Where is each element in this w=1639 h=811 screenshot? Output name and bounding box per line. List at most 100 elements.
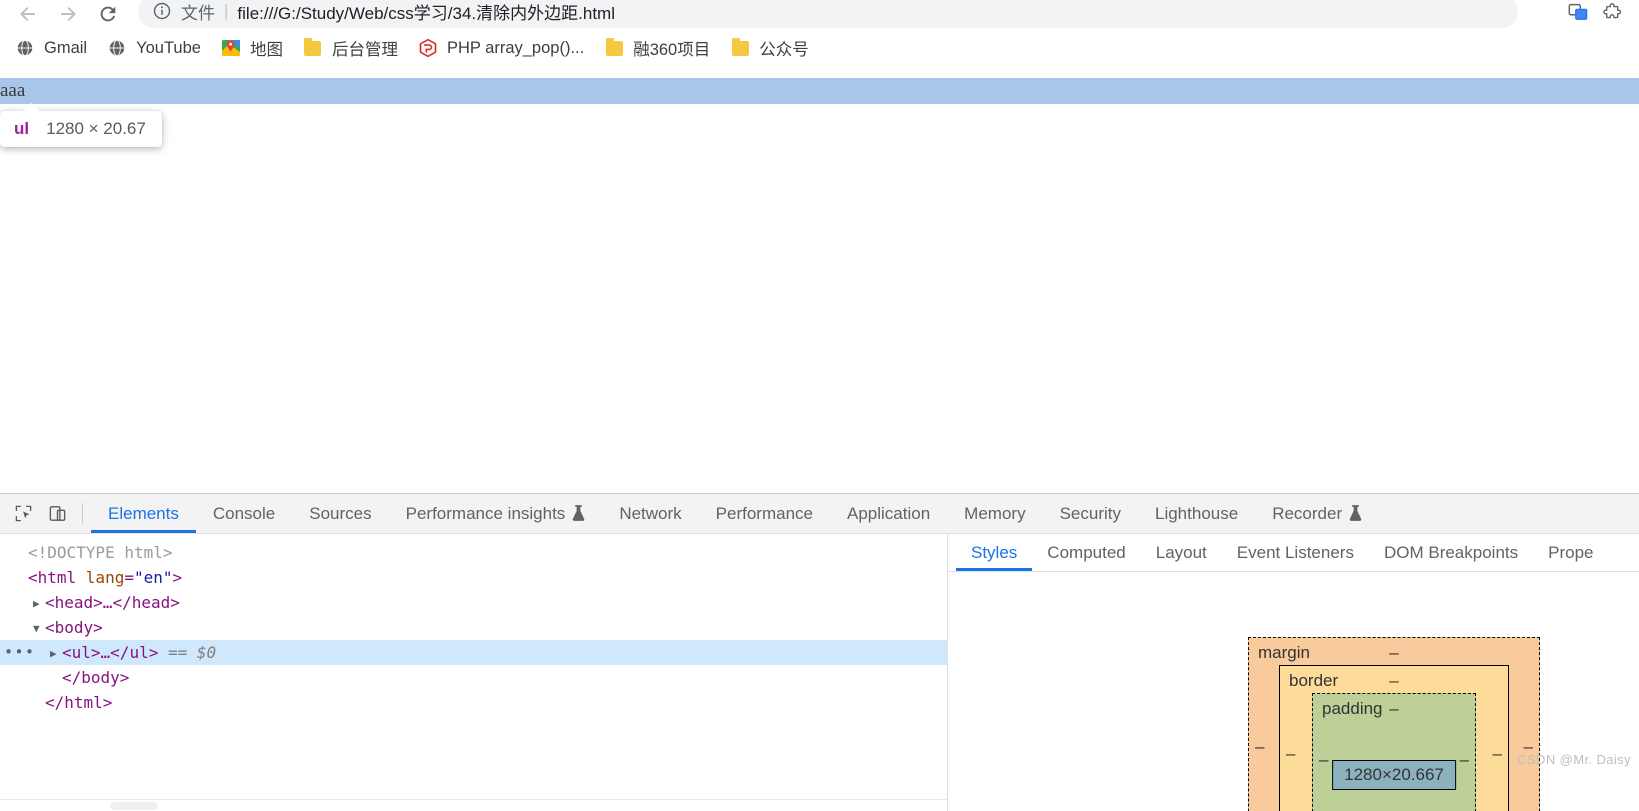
back-button[interactable] (8, 0, 48, 28)
box-model-container: margin – – – – border – – – – padding – (948, 572, 1639, 811)
folder-icon (303, 37, 323, 58)
folder-icon (730, 37, 750, 58)
tab-network[interactable]: Network (602, 494, 698, 533)
dom-token: lang (85, 568, 125, 587)
bookmark-label: 地图 (249, 41, 283, 59)
omnibox-url-text[interactable]: file:///G:/Study/Web/css学习/34.清除内外边距.htm… (237, 0, 615, 24)
padding-right-value[interactable]: – (1460, 750, 1469, 770)
tab-label: Computed (1047, 542, 1126, 562)
tab-label: Network (619, 503, 682, 523)
dom-token: > (172, 568, 183, 587)
dom-node[interactable]: ▼ <body> (0, 615, 947, 640)
dom-node[interactable]: ▶ <head>…</head> (0, 590, 947, 615)
forward-arrow-icon (61, 7, 76, 21)
bookmark-maps[interactable]: 地图 (212, 31, 292, 65)
tab-lighthouse[interactable]: Lighthouse (1138, 494, 1255, 533)
folder-icon (604, 37, 624, 58)
border-label: border (1289, 671, 1339, 690)
omnibox-row: 文件 | file:///G:/Study/Web/css学习/34.清除内外边… (0, 0, 1639, 28)
dom-token: … (102, 593, 113, 612)
styles-tab-styles[interactable]: Styles (956, 534, 1033, 571)
chrome-toolbar-icons (1567, 0, 1635, 28)
tab-label: Prope (1548, 542, 1594, 562)
padding-left-value[interactable]: – (1319, 750, 1328, 770)
dom-node[interactable]: <!DOCTYPE html> (0, 540, 947, 565)
tab-label: Lighthouse (1155, 503, 1239, 523)
tab-application[interactable]: Application (830, 494, 947, 533)
styles-tab-dom-breakpoints[interactable]: DOM Breakpoints (1369, 534, 1533, 571)
padding-top-value[interactable]: – (1389, 699, 1398, 719)
expand-arrow-icon[interactable]: ▶ (33, 591, 45, 616)
dom-node-selected[interactable]: ••• ▶ <ul>…</ul> == $0 (0, 640, 947, 665)
box-model-content[interactable]: 1280×20.667 (1332, 760, 1456, 790)
tab-label: Elements (108, 503, 179, 523)
dom-node[interactable]: </html> (0, 690, 947, 715)
tab-recorder[interactable]: Recorder (1255, 494, 1379, 533)
inspect-element-button[interactable] (6, 494, 40, 533)
browser-chrome: 文件 | file:///G:/Study/Web/css学习/34.清除内外边… (0, 0, 1639, 68)
collapse-arrow-icon[interactable]: ▼ (33, 616, 45, 641)
reload-button[interactable] (88, 0, 128, 28)
dom-token: </html> (45, 693, 113, 712)
address-bar[interactable]: 文件 | file:///G:/Study/Web/css学习/34.清除内外边… (138, 0, 1518, 28)
dom-token: == (158, 643, 197, 662)
margin-top-value[interactable]: – (1389, 643, 1398, 663)
tab-performance-insights[interactable]: Performance insights (389, 494, 603, 533)
bookmark-official-account[interactable]: 公众号 (721, 31, 818, 65)
flask-icon (573, 505, 585, 521)
translate-icon[interactable] (1567, 1, 1589, 28)
box-model-border[interactable]: border – – – – padding – – – – 1280×20.6… (1279, 665, 1509, 811)
info-circle-icon[interactable] (152, 1, 172, 21)
styles-tab-properties[interactable]: Prope (1533, 534, 1608, 571)
dom-tree-scrollbar[interactable] (0, 799, 947, 811)
styles-tab-computed[interactable]: Computed (1032, 534, 1140, 571)
forward-button[interactable] (48, 0, 88, 28)
dom-tree-pane: <!DOCTYPE html> <html lang="en"> ▶ <head>…… (0, 534, 948, 811)
expand-arrow-icon[interactable]: ▶ (50, 641, 62, 666)
tooltip-tag-name: ul (14, 119, 30, 138)
tab-label: Memory (964, 503, 1026, 523)
tab-label: DOM Breakpoints (1383, 542, 1519, 562)
extensions-puzzle-icon[interactable] (1603, 1, 1625, 28)
box-model-padding[interactable]: padding – – – – 1280×20.667 (1312, 693, 1476, 811)
dom-token: <ul> (62, 643, 101, 662)
dom-tree[interactable]: <!DOCTYPE html> <html lang="en"> ▶ <head>…… (0, 534, 947, 799)
border-left-value[interactable]: – (1286, 744, 1295, 764)
dom-token: </head> (112, 593, 180, 612)
toolbar-divider (82, 503, 83, 524)
dom-token: = (124, 568, 134, 587)
bookmark-label: 后台管理 (331, 41, 398, 59)
dom-node[interactable]: <html lang="en"> (0, 565, 947, 590)
globe-icon (15, 38, 35, 58)
bookmark-rong360-project[interactable]: 融360项目 (595, 31, 719, 65)
bookmark-gmail[interactable]: Gmail (6, 33, 96, 63)
tab-console[interactable]: Console (196, 494, 292, 533)
dom-token: </body> (62, 668, 130, 687)
padding-bottom-value[interactable]: – (1389, 804, 1398, 811)
border-right-value[interactable]: – (1493, 744, 1502, 764)
dom-token: <html (28, 568, 86, 587)
tab-performance[interactable]: Performance (699, 494, 830, 533)
bookmark-backend-admin[interactable]: 后台管理 (294, 31, 407, 65)
styles-tab-layout[interactable]: Layout (1141, 534, 1222, 571)
tab-sources[interactable]: Sources (292, 494, 388, 533)
tab-label: Console (212, 503, 276, 523)
node-more-button[interactable]: ••• (4, 640, 36, 665)
bookmark-php-array-pop[interactable]: PHP array_pop()... (409, 33, 593, 63)
tab-security[interactable]: Security (1043, 494, 1138, 533)
page-viewport: aaa ul 1280 × 20.67 (0, 68, 1639, 493)
scrollbar-thumb[interactable] (110, 802, 158, 810)
tab-label: Performance (715, 503, 813, 523)
margin-left-value[interactable]: – (1255, 737, 1264, 757)
toggle-device-toolbar-button[interactable] (40, 494, 74, 533)
tab-label: Layout (1155, 542, 1207, 562)
border-top-value[interactable]: – (1389, 671, 1398, 691)
box-model-margin[interactable]: margin – – – – border – – – – padding – (1248, 637, 1540, 811)
bookmark-youtube[interactable]: YouTube (98, 33, 210, 63)
maps-icon (221, 38, 241, 58)
bookmark-label: 公众号 (759, 41, 809, 59)
dom-node[interactable]: </body> (0, 665, 947, 690)
styles-tab-event-listeners[interactable]: Event Listeners (1222, 534, 1369, 571)
tab-memory[interactable]: Memory (947, 494, 1042, 533)
tab-elements[interactable]: Elements (91, 494, 196, 533)
